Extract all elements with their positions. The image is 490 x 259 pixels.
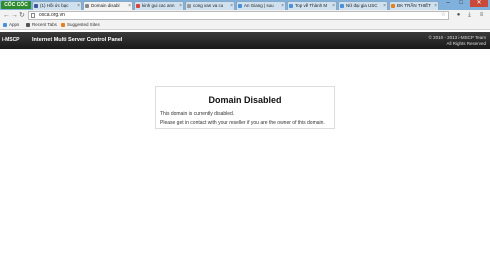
gmail-icon [136, 4, 140, 8]
bookmark-apps[interactable]: Apps [2, 21, 19, 29]
tab-close-icon[interactable]: × [383, 2, 386, 10]
copyright: © 2010 - 2013 i-MSCP Team All Rights Res… [429, 35, 486, 46]
tab-6[interactable]: Top về Thành M × [287, 1, 337, 10]
back-button[interactable]: ← [3, 11, 10, 20]
bookmark-recent-tabs[interactable]: Recent Tabs [25, 21, 57, 29]
bookmark-label: Suggested Sites [67, 22, 100, 27]
tab-strip: CỐC CỐC (1) Hồi ức bạc × Domain disabl ×… [0, 0, 490, 10]
bookmark-label: Apps [9, 22, 20, 27]
control-panel-header: i‑MSCP Internet Multi Server Control Pan… [0, 32, 490, 49]
page-icon [238, 4, 242, 8]
copyright-line1: © 2010 - 2013 i-MSCP Team [428, 35, 486, 40]
control-panel-title: Internet Multi Server Control Panel [32, 37, 123, 43]
tab-8[interactable]: ĐK TRẦN THIẾT × [389, 1, 439, 10]
page-icon [340, 4, 344, 8]
tab-label: Top về Thành M [295, 3, 328, 8]
minimize-button[interactable]: – [442, 0, 454, 7]
tab-close-icon[interactable]: × [332, 2, 335, 10]
forward-button[interactable]: → [11, 11, 18, 20]
document-icon [187, 4, 191, 8]
message-line-1: This domain is currently disabled. [160, 111, 235, 117]
browser-toolbar: ← → ↻ oxca.org.vn ☆ ● ⤓ ≡ [0, 10, 490, 21]
tab-close-icon[interactable]: × [230, 2, 233, 10]
mscp-logo: i‑MSCP [2, 37, 20, 43]
blogger-icon [391, 4, 395, 8]
menu-icon[interactable]: ≡ [478, 12, 485, 19]
tab-close-icon[interactable]: × [128, 2, 131, 10]
tab-close-icon[interactable]: × [77, 2, 80, 10]
facebook-icon [34, 4, 38, 8]
tab-label: ĐK TRẦN THIẾT [397, 3, 431, 8]
bookmarks-bar: Apps Recent Tabs Suggested Sites [0, 21, 490, 30]
apps-icon [3, 23, 7, 27]
browser-logo[interactable]: CỐC CỐC [1, 1, 31, 9]
recent-tabs-icon [26, 23, 30, 27]
tab-close-icon[interactable]: × [434, 2, 437, 10]
maximize-button[interactable]: □ [455, 0, 467, 7]
address-url[interactable]: oxca.org.vn [39, 12, 65, 19]
page-icon [31, 13, 35, 18]
bookmark-label: Recent Tabs [32, 22, 57, 27]
tab-label: (1) Hồi ức bạc [40, 3, 69, 8]
tab-5[interactable]: An Giang | suu × [236, 1, 286, 10]
tab-7[interactable]: Nữ đại gia USC × [338, 1, 388, 10]
tab-close-icon[interactable]: × [179, 2, 182, 10]
close-window-button[interactable]: ✕ [470, 0, 488, 7]
reload-button[interactable]: ↻ [19, 11, 25, 20]
tab-label: kinh gui cac ann [142, 3, 175, 8]
page-icon [85, 4, 89, 8]
tab-label: Nữ đại gia USC [346, 3, 378, 8]
tab-2-active[interactable]: Domain disabl × [83, 1, 133, 10]
tab-label: cong van va cu [193, 3, 224, 8]
star-icon[interactable]: ☆ [441, 12, 446, 19]
copyright-line2: All Rights Reserved [446, 40, 486, 46]
message-box: Domain Disabled This domain is currently… [155, 86, 335, 129]
tab-4[interactable]: cong van va cu × [185, 1, 235, 10]
tab-label: Domain disabl [91, 3, 120, 8]
tab-1[interactable]: (1) Hồi ức bạc × [32, 1, 82, 10]
download-icon[interactable]: ⤓ [466, 12, 473, 19]
tab-label: An Giang | suu [244, 3, 274, 8]
page-title: Domain Disabled [208, 95, 282, 105]
bookmark-suggested-sites[interactable]: Suggested Sites [60, 21, 100, 29]
lock-icon[interactable]: ● [455, 12, 462, 19]
address-bar[interactable]: oxca.org.vn ☆ [28, 11, 449, 20]
suggested-sites-icon [61, 23, 65, 27]
mscp-logo-text: MSCP [5, 37, 20, 43]
page-icon [289, 4, 293, 8]
message-line-2: Please get in contact with your reseller… [160, 120, 325, 126]
tab-close-icon[interactable]: × [281, 2, 284, 10]
tab-3[interactable]: kinh gui cac ann × [134, 1, 184, 10]
